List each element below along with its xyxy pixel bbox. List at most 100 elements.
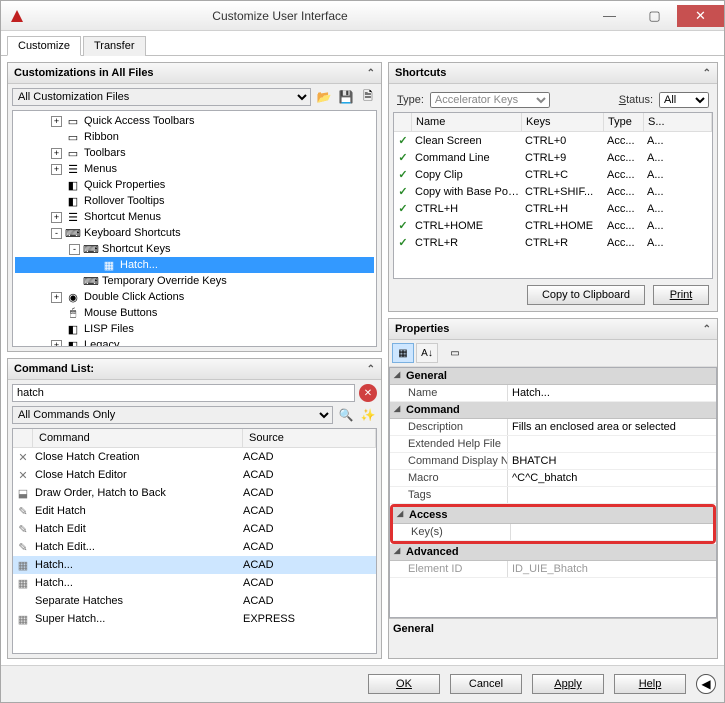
shortcut-row[interactable]: ✓CTRL+RCTRL+RAcc...A... xyxy=(394,234,712,251)
node-label: Double Click Actions xyxy=(84,291,184,303)
command-list-header: Command List: ⌃ xyxy=(8,359,381,380)
command-row[interactable]: ▦Hatch...ACAD xyxy=(13,574,376,592)
expand-icon[interactable]: + xyxy=(51,148,62,159)
tree-node[interactable]: +☰Shortcut Menus xyxy=(15,209,374,225)
tab-customize[interactable]: Customize xyxy=(7,36,81,56)
print-button[interactable]: Print xyxy=(653,285,709,305)
command-filter-select[interactable]: All Commands Only xyxy=(12,406,333,424)
cat-access[interactable]: Access xyxy=(393,507,713,524)
tree-node[interactable]: -⌨Shortcut Keys xyxy=(15,241,374,257)
help-button[interactable]: Help xyxy=(614,674,686,694)
apply-button[interactable]: Apply xyxy=(532,674,604,694)
prop-name-value[interactable]: Hatch... xyxy=(508,385,716,401)
command-row[interactable]: ✎Edit HatchACAD xyxy=(13,502,376,520)
expand-icon[interactable]: + xyxy=(51,340,62,348)
cancel-button[interactable]: Cancel xyxy=(450,674,522,694)
tree-node[interactable]: ▭Ribbon xyxy=(15,129,374,145)
collapse-icon[interactable]: ⌃ xyxy=(367,364,375,375)
command-row[interactable]: Separate HatchesACAD xyxy=(13,592,376,610)
prop-keys-value[interactable] xyxy=(511,524,713,540)
command-row[interactable]: ▦Hatch...ACAD xyxy=(13,556,376,574)
properties-grid[interactable]: General NameHatch... Command Description… xyxy=(389,367,717,618)
command-row[interactable]: ✎Hatch EditACAD xyxy=(13,520,376,538)
save-all-icon[interactable]: 🗎 xyxy=(359,88,377,106)
command-search-input[interactable] xyxy=(12,384,355,402)
alphabetical-icon[interactable]: A↓ xyxy=(416,343,438,363)
col-command[interactable]: Command xyxy=(33,429,243,447)
maximize-button[interactable]: ▢ xyxy=(632,5,677,27)
find-icon[interactable]: 🔍 xyxy=(337,406,355,424)
col-source[interactable]: Source xyxy=(243,429,376,447)
command-list-view[interactable]: Command Source ✕Close Hatch CreationACAD… xyxy=(12,428,377,654)
clear-search-icon[interactable]: ✕ xyxy=(359,384,377,402)
categorized-icon[interactable]: ▦ xyxy=(392,343,414,363)
tree-node[interactable]: -⌨Keyboard Shortcuts xyxy=(15,225,374,241)
shortcut-row[interactable]: ✓Copy ClipCTRL+CAcc...A... xyxy=(394,166,712,183)
context-help-icon[interactable]: ◀ xyxy=(696,674,716,694)
shortcut-row[interactable]: ✓CTRL+HOMECTRL+HOMEAcc...A... xyxy=(394,217,712,234)
tree-node[interactable]: ◧LISP Files xyxy=(15,321,374,337)
shortcuts-table[interactable]: Name Keys Type S... ✓Clean ScreenCTRL+0A… xyxy=(393,112,713,279)
cat-advanced[interactable]: Advanced xyxy=(390,544,716,561)
tree-node[interactable]: ◧Quick Properties xyxy=(15,177,374,193)
command-row[interactable]: ⬓Draw Order, Hatch to BackACAD xyxy=(13,484,376,502)
col-type[interactable]: Type xyxy=(604,113,644,131)
shortcut-row[interactable]: ✓Clean ScreenCTRL+0Acc...A... xyxy=(394,132,712,149)
open-icon[interactable]: 📂 xyxy=(315,88,333,106)
tree-node[interactable]: ⌨Temporary Override Keys xyxy=(15,273,374,289)
tab-transfer[interactable]: Transfer xyxy=(83,36,146,56)
command-row[interactable]: ✕Close Hatch CreationACAD xyxy=(13,448,376,466)
properties-header: Properties ⌃ xyxy=(389,319,717,340)
cmd-source: ACAD xyxy=(243,595,376,607)
tree-node[interactable]: ◧Rollover Tooltips xyxy=(15,193,374,209)
prop-desc-value[interactable]: Fills an enclosed area or selected xyxy=(508,419,716,435)
shortcut-row[interactable]: ✓Copy with Base PointCTRL+SHIF...Acc...A… xyxy=(394,183,712,200)
collapse-icon[interactable]: ⌃ xyxy=(367,68,375,79)
node-label: Toolbars xyxy=(84,147,126,159)
property-pages-icon[interactable]: ▭ xyxy=(444,343,466,363)
expand-icon[interactable]: - xyxy=(69,244,80,255)
prop-macro-value[interactable]: ^C^C_bhatch xyxy=(508,470,716,486)
expand-icon[interactable]: - xyxy=(51,228,62,239)
sc-keys: CTRL+9 xyxy=(522,152,604,164)
customizations-title: Customizations in All Files xyxy=(14,67,154,79)
cat-command[interactable]: Command xyxy=(390,402,716,419)
prop-ehf-label: Extended Help File xyxy=(390,436,508,452)
expand-icon[interactable]: + xyxy=(51,164,62,175)
col-source[interactable]: S... xyxy=(644,113,712,131)
col-name[interactable]: Name xyxy=(412,113,522,131)
shortcut-row[interactable]: ✓CTRL+HCTRL+HAcc...A... xyxy=(394,200,712,217)
expand-icon[interactable]: + xyxy=(51,116,62,127)
command-row[interactable]: ✕Close Hatch EditorACAD xyxy=(13,466,376,484)
tree-node[interactable]: +◉Double Click Actions xyxy=(15,289,374,305)
tree-node[interactable]: 🖱Mouse Buttons xyxy=(15,305,374,321)
tree-node[interactable]: +☰Menus xyxy=(15,161,374,177)
col-keys[interactable]: Keys xyxy=(522,113,604,131)
node-icon: ⌨ xyxy=(65,225,81,241)
prop-cdn-value[interactable]: BHATCH xyxy=(508,453,716,469)
cat-general[interactable]: General xyxy=(390,368,716,385)
type-select[interactable]: Accelerator Keys xyxy=(430,92,550,108)
tree-node[interactable]: +◧Legacy xyxy=(15,337,374,347)
expand-icon[interactable]: + xyxy=(51,292,62,303)
customization-filter-select[interactable]: All Customization Files xyxy=(12,88,311,106)
save-icon[interactable]: 💾 xyxy=(337,88,355,106)
status-select[interactable]: All xyxy=(659,92,709,108)
close-button[interactable]: ✕ xyxy=(677,5,724,27)
shortcut-row[interactable]: ✓Command LineCTRL+9Acc...A... xyxy=(394,149,712,166)
new-command-icon[interactable]: ✨ xyxy=(359,406,377,424)
prop-tags-value[interactable] xyxy=(508,487,716,503)
prop-ehf-value[interactable] xyxy=(508,436,716,452)
expand-icon[interactable]: + xyxy=(51,212,62,223)
tree-node[interactable]: ▦Hatch... xyxy=(15,257,374,273)
copy-to-clipboard-button[interactable]: Copy to Clipboard xyxy=(527,285,645,305)
collapse-icon[interactable]: ⌃ xyxy=(703,324,711,335)
tree-node[interactable]: +▭Toolbars xyxy=(15,145,374,161)
collapse-icon[interactable]: ⌃ xyxy=(703,68,711,79)
minimize-button[interactable]: — xyxy=(587,5,632,27)
customizations-tree[interactable]: +▭Quick Access Toolbars▭Ribbon+▭Toolbars… xyxy=(12,110,377,347)
command-row[interactable]: ✎Hatch Edit...ACAD xyxy=(13,538,376,556)
command-row[interactable]: ▦Super Hatch...EXPRESS xyxy=(13,610,376,628)
ok-button[interactable]: OK xyxy=(368,674,440,694)
tree-node[interactable]: +▭Quick Access Toolbars xyxy=(15,113,374,129)
